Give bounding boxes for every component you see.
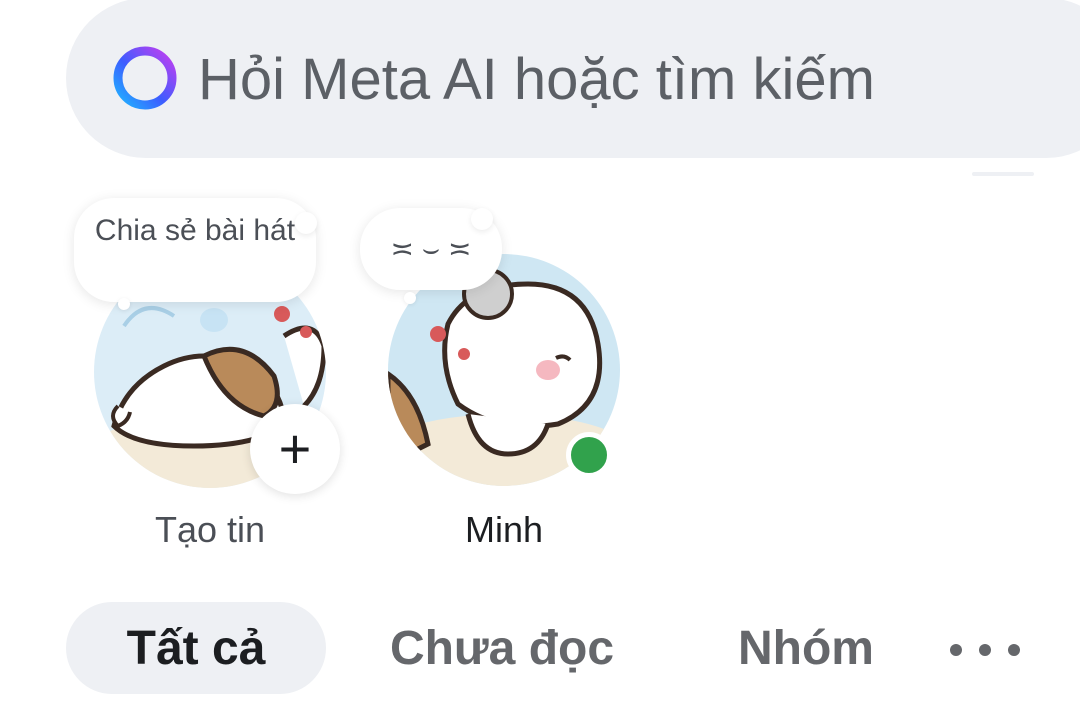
- dot: [979, 644, 991, 656]
- note-text: ≍ ⌣ ≍: [390, 233, 472, 264]
- add-story-button[interactable]: +: [250, 404, 340, 494]
- note-bubble-tail: [404, 292, 416, 304]
- note-bubble-tail: [118, 298, 130, 310]
- more-horizontal-icon[interactable]: [950, 620, 1020, 680]
- note-bubble[interactable]: ≍ ⌣ ≍: [360, 208, 502, 290]
- meta-ai-icon[interactable]: [111, 44, 179, 112]
- dot: [950, 644, 962, 656]
- note-text: Chia sẻ bài hát: [94, 214, 296, 247]
- plus-icon: +: [278, 417, 312, 480]
- tab-groups[interactable]: Nhóm: [716, 602, 896, 694]
- dot: [1008, 644, 1020, 656]
- scroll-hint: [972, 172, 1034, 176]
- tab-unread[interactable]: Chưa đọc: [372, 602, 632, 694]
- note-bubble[interactable]: Chia sẻ bài hát: [74, 198, 318, 302]
- story-label[interactable]: Tạo tin: [94, 508, 326, 552]
- online-status-indicator: [566, 432, 612, 478]
- messenger-home: Hỏi Meta AI hoặc tìm kiếm Chia sẻ bài há…: [0, 0, 1080, 708]
- tab-all[interactable]: Tất cả: [66, 602, 326, 694]
- story-label[interactable]: Minh: [388, 508, 620, 552]
- search-input[interactable]: Hỏi Meta AI hoặc tìm kiếm: [198, 44, 875, 116]
